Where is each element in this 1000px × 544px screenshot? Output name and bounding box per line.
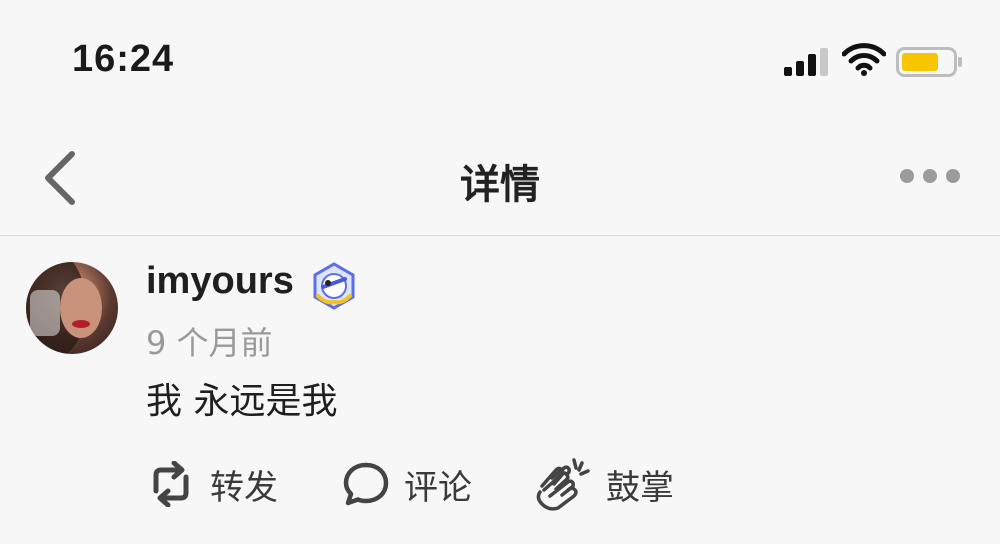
battery-icon — [896, 47, 962, 77]
wifi-icon — [842, 43, 886, 76]
post-actions: 转发 评论 鼓掌 — [146, 456, 706, 512]
repost-icon — [153, 461, 189, 507]
comment-icon — [343, 462, 389, 506]
avatar[interactable] — [26, 262, 118, 354]
clap-icon — [536, 458, 590, 511]
comment-button[interactable]: 评论 — [342, 456, 472, 512]
post-card: imyours 9 个月前 我 永远是我 转发 评论 鼓掌 — [0, 236, 1000, 544]
status-bar: 16:24 — [0, 0, 1000, 120]
page-title: 详情 — [460, 162, 540, 208]
status-time: 16:24 — [72, 38, 175, 80]
repost-button[interactable]: 转发 — [146, 456, 278, 512]
clap-label: 鼓掌 — [606, 467, 674, 508]
more-dots-icon[interactable] — [898, 166, 962, 186]
post-time: 9 个月前 — [146, 324, 273, 362]
username[interactable]: imyours — [146, 260, 294, 303]
verified-badge-icon — [313, 262, 355, 310]
repost-label: 转发 — [210, 467, 278, 508]
signal-icon — [784, 48, 828, 76]
comment-label: 评论 — [404, 467, 472, 508]
post-content: 我 永远是我 — [146, 381, 338, 422]
nav-bar: 详情 — [0, 130, 1000, 234]
clap-button[interactable]: 鼓掌 — [534, 456, 674, 512]
